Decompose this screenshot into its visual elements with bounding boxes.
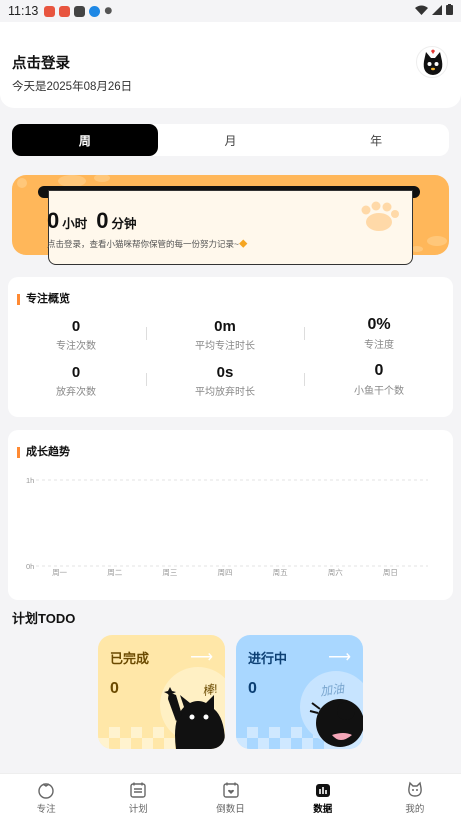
today-date: 今天是2025年08月26日 bbox=[12, 81, 133, 93]
y-tick-label: 1h bbox=[26, 476, 34, 485]
divider bbox=[304, 373, 305, 386]
focus-minutes-value: 0 bbox=[96, 208, 109, 233]
stat-value: 0 bbox=[71, 318, 81, 335]
growth-trend-chart: 1h 0h 周一 周二 周三 周四 周五 周六 周日 bbox=[26, 476, 428, 577]
todo-card-label: 已完成 bbox=[110, 651, 150, 666]
todo-card-count: 0 bbox=[248, 680, 257, 697]
stat-label: 专注次数 bbox=[56, 341, 96, 352]
tab-label: 计划 bbox=[128, 804, 148, 815]
divider bbox=[304, 327, 305, 340]
login-hint-text: 点击登录，查看小猫咪帮你保管的每一份努力记录~ bbox=[47, 239, 239, 249]
bottom-tab-bar: 专注 计划 倒数日 数据 我的 bbox=[0, 773, 461, 820]
signal-icon bbox=[432, 4, 442, 15]
wifi-icon bbox=[415, 5, 428, 15]
notification-cat-icon bbox=[74, 5, 86, 17]
status-time: 11:13 bbox=[8, 4, 39, 18]
todo-card-completed[interactable]: 已完成 0 ⟶ 棒! bbox=[98, 635, 225, 749]
calendar-list-icon bbox=[130, 782, 146, 798]
x-tick-label: 周六 bbox=[328, 567, 343, 577]
stat-label: 放弃次数 bbox=[56, 387, 96, 398]
arrow-right-icon: ⟶ bbox=[328, 649, 351, 666]
stat-giveup-count: 0 放弃次数 bbox=[11, 364, 141, 398]
doodle-text: 加油 bbox=[319, 681, 345, 699]
tab-mine[interactable]: 我的 bbox=[369, 774, 461, 820]
cat-face-icon bbox=[408, 781, 422, 797]
notification-download-icon bbox=[89, 5, 101, 17]
stat-value: 0 bbox=[374, 362, 384, 379]
x-tick-label: 周四 bbox=[218, 568, 233, 577]
stat-avg-giveup: 0s 平均放弃时长 bbox=[160, 364, 290, 398]
divider bbox=[146, 373, 147, 386]
calendar-heart-icon bbox=[222, 782, 239, 798]
todo-card-count: 0 bbox=[110, 680, 119, 697]
tab-month[interactable]: 月 bbox=[158, 124, 304, 156]
tab-week[interactable]: 周 bbox=[12, 124, 158, 156]
x-tick-label: 周二 bbox=[107, 568, 122, 577]
tomato-icon bbox=[38, 783, 54, 799]
period-segmented-control: 周 月 年 bbox=[12, 124, 449, 156]
stat-label: 平均放弃时长 bbox=[195, 387, 255, 398]
overview-title: 专注概览 bbox=[17, 294, 70, 305]
stat-value: 0m bbox=[214, 318, 236, 335]
todo-title: 计划TODO bbox=[12, 611, 76, 626]
stat-label: 小鱼干个数 bbox=[354, 386, 404, 397]
more-notifications-dot-icon: ● bbox=[104, 6, 113, 16]
tab-year[interactable]: 年 bbox=[303, 124, 449, 156]
x-tick-label: 周五 bbox=[273, 568, 288, 577]
todo-card-label: 进行中 bbox=[248, 651, 288, 666]
stat-avg-focus: 0m 平均专注时长 bbox=[160, 318, 290, 352]
battery-icon bbox=[446, 4, 453, 15]
status-bar: 11:13 ● bbox=[0, 0, 461, 22]
arrow-right-icon: ⟶ bbox=[190, 649, 213, 666]
divider bbox=[146, 327, 147, 340]
tab-plan[interactable]: 计划 bbox=[92, 774, 184, 820]
focus-minutes-unit: 分钟 bbox=[111, 217, 137, 231]
x-tick-label: 周一 bbox=[52, 568, 67, 577]
login-title[interactable]: 点击登录 bbox=[12, 52, 70, 73]
notification-app-icon bbox=[59, 5, 71, 17]
tab-countdown[interactable]: 倒数日 bbox=[184, 774, 276, 820]
avatar[interactable] bbox=[416, 46, 448, 78]
fish-icon: ◆ bbox=[238, 239, 248, 249]
todo-card-in-progress[interactable]: 进行中 0 ⟶ 加油 bbox=[236, 635, 363, 749]
tab-label: 倒数日 bbox=[216, 804, 245, 815]
tab-focus[interactable]: 专注 bbox=[0, 774, 92, 820]
focus-hours-unit: 小时 bbox=[62, 217, 88, 231]
stat-focus-count: 0 专注次数 bbox=[11, 318, 141, 352]
stat-focus-degree: 0% 专注度 bbox=[314, 316, 444, 351]
doodle-text: 棒! bbox=[200, 681, 219, 699]
stat-label: 专注度 bbox=[364, 340, 394, 351]
x-tick-label: 周日 bbox=[383, 568, 398, 577]
stat-value: 0 bbox=[71, 364, 81, 381]
stat-label: 平均专注时长 bbox=[195, 341, 255, 352]
login-hint: 点击登录，查看小猫咪帮你保管的每一份努力记录~◆ bbox=[47, 238, 247, 250]
tab-label: 我的 bbox=[405, 804, 425, 815]
chart-icon bbox=[315, 784, 330, 797]
paw-print-icon bbox=[361, 201, 399, 231]
focus-hours-value: 0 bbox=[47, 208, 60, 233]
tab-label: 数据 bbox=[313, 804, 333, 815]
y-tick-label: 0h bbox=[26, 562, 34, 571]
x-tick-label: 周三 bbox=[162, 568, 177, 577]
stat-value: 0s bbox=[216, 364, 234, 381]
stat-fish-count: 0 小鱼干个数 bbox=[314, 362, 444, 397]
stat-value: 0% bbox=[367, 316, 391, 333]
focus-duration: 0 小时 0 分钟 bbox=[47, 208, 143, 234]
tab-label: 专注 bbox=[36, 804, 56, 815]
notification-app-icon bbox=[44, 5, 56, 17]
tab-data[interactable]: 数据 bbox=[277, 774, 369, 820]
